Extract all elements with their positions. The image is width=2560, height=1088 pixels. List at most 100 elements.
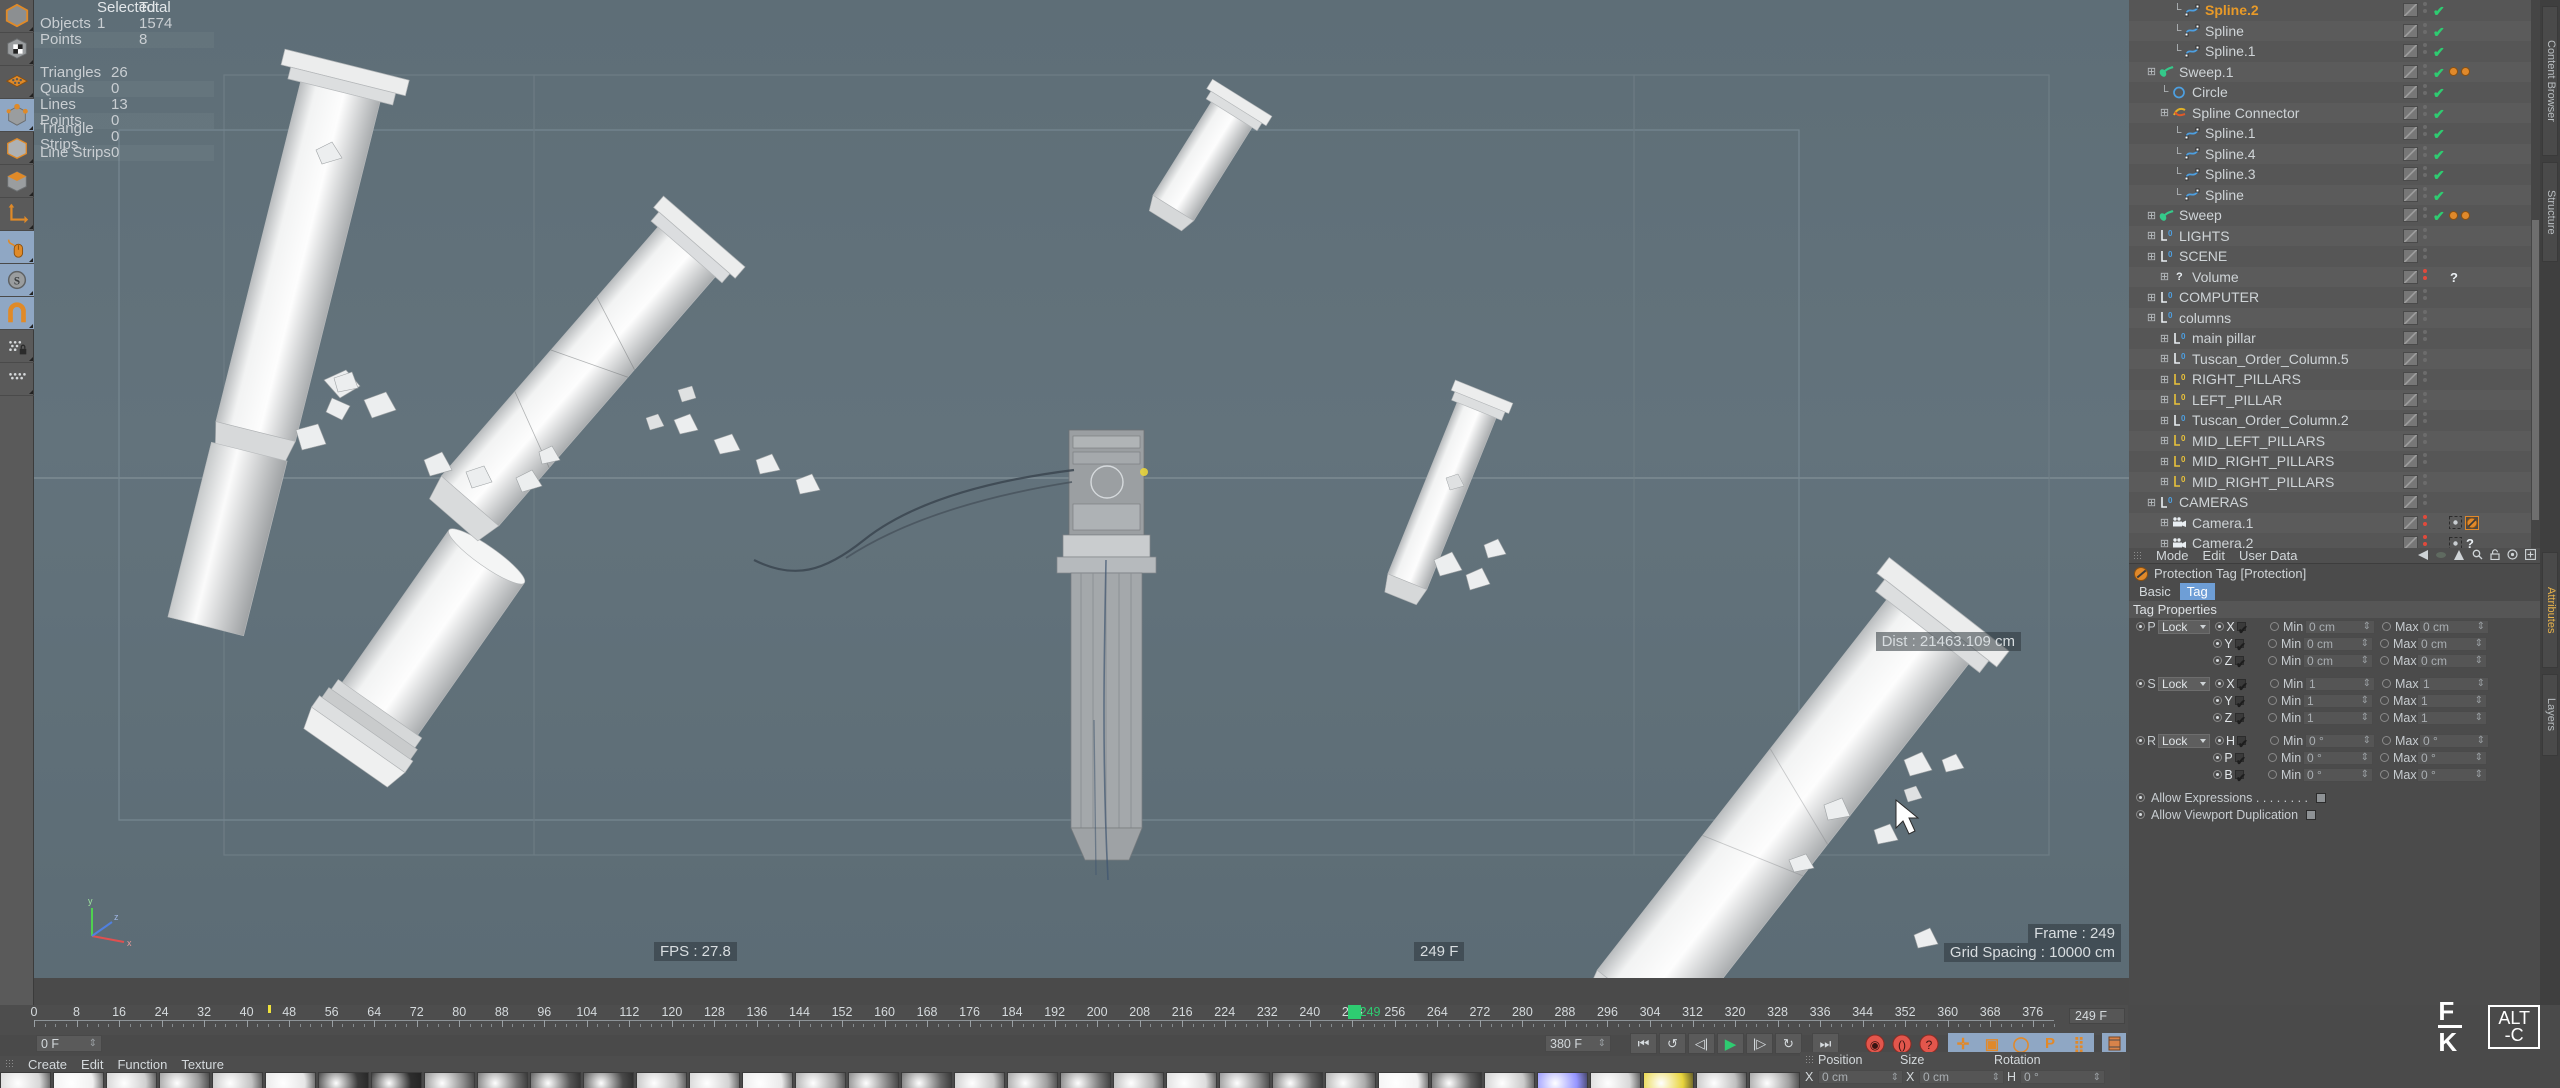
object-visibility-swatch[interactable] [2403, 146, 2418, 161]
object-visibility-dots[interactable] [2423, 22, 2428, 37]
axis-radio[interactable] [2213, 713, 2222, 722]
object-row[interactable]: ⊞ 0 Tuscan_Order_Column.5 [2129, 349, 2540, 370]
axis-checkbox[interactable]: ✔ [2237, 622, 2248, 636]
material-swatch[interactable] [795, 1072, 846, 1088]
search-icon[interactable] [2472, 549, 2483, 560]
tree-twisty[interactable]: └ [2172, 148, 2183, 160]
tree-twisty[interactable]: ⊞ [2159, 538, 2170, 548]
max-field[interactable]: 0 ° ⇕ [2419, 733, 2489, 748]
object-visibility-dots[interactable] [2423, 535, 2428, 548]
pla-key-button[interactable]: ⣿ [2065, 1034, 2093, 1053]
object-visibility-dots[interactable] [2423, 330, 2428, 344]
transport-frame-back-button[interactable]: ◁| [1688, 1033, 1715, 1054]
object-visibility-dots[interactable] [2423, 104, 2428, 119]
object-visibility-dots[interactable] [2423, 227, 2428, 242]
max-enable-radio[interactable] [2382, 622, 2391, 631]
tree-twisty[interactable]: ⊞ [2146, 497, 2157, 509]
object-enabled-check[interactable]: ✔ [2433, 44, 2445, 61]
param-key-button[interactable]: P [2036, 1034, 2064, 1053]
material-swatch[interactable] [1431, 1072, 1482, 1088]
tree-twisty[interactable]: ⊞ [2146, 210, 2157, 222]
group-radio-R[interactable] [2136, 736, 2145, 745]
object-manager-tree[interactable]: └ Spline.2 ✔ └ Spline ✔ └ Spline.1 ✔ ⊞ Sweep.1 ✔ └ Ci… [2129, 0, 2540, 548]
rotation-key-button[interactable]: ◯ [2007, 1034, 2035, 1053]
material-swatch[interactable] [1696, 1072, 1747, 1088]
tree-twisty[interactable]: ⊞ [2146, 230, 2157, 242]
object-visibility-dots[interactable] [2423, 473, 2428, 488]
toggle-radio[interactable] [2136, 810, 2145, 819]
object-row[interactable]: ⊞ 0 RIGHT_PILLARS [2129, 369, 2540, 390]
tree-twisty[interactable]: ⊞ [2159, 415, 2170, 427]
material-swatch[interactable] [318, 1072, 369, 1088]
min-enable-radio[interactable] [2268, 770, 2277, 779]
keyframe-selection-button[interactable]: ? [1916, 1033, 1941, 1054]
lock-dropdown-R[interactable]: Lock [2158, 733, 2210, 748]
min-field[interactable]: 1 ⇕ [2303, 693, 2373, 708]
tree-twisty[interactable]: └ [2172, 189, 2183, 201]
end-frame-field[interactable]: 380 F ⇕ [1545, 1035, 1611, 1052]
object-visibility-swatch[interactable] [2403, 413, 2418, 427]
material-swatch[interactable] [848, 1072, 899, 1088]
record-button[interactable]: ◉ [1862, 1033, 1887, 1054]
soft-selection-button[interactable]: S [0, 264, 34, 297]
attr-menu-edit[interactable]: Edit [2203, 548, 2225, 563]
object-visibility-dots[interactable] [2423, 125, 2428, 139]
material-swatch[interactable] [583, 1072, 634, 1088]
tree-twisty[interactable]: └ [2159, 86, 2170, 98]
tree-twisty[interactable]: ⊞ [2159, 333, 2170, 345]
texture-axis-button[interactable] [0, 33, 34, 66]
min-enable-radio[interactable] [2270, 679, 2279, 688]
tree-twisty[interactable]: ⊞ [2159, 394, 2170, 406]
tree-twisty[interactable]: └ [2172, 45, 2183, 57]
coord-size-x-field[interactable]: 0 cm ⇕ [1919, 1070, 2004, 1084]
material-swatch[interactable] [1749, 1072, 1800, 1088]
tree-twisty[interactable]: ⊞ [2159, 435, 2170, 447]
min-field[interactable]: 0 cm ⇕ [2305, 619, 2375, 634]
axis-checkbox[interactable]: ✔ [2235, 713, 2246, 727]
object-visibility-dots[interactable] [2423, 371, 2428, 385]
toggle-checkbox[interactable] [2316, 792, 2326, 803]
min-field[interactable]: 1 ⇕ [2303, 710, 2373, 725]
object-row[interactable]: ⊞ 0 columns [2129, 308, 2540, 329]
material-swatch[interactable] [742, 1072, 793, 1088]
object-row[interactable]: ⊞? Volume? [2129, 267, 2540, 288]
object-enabled-check[interactable]: ✔ [2433, 167, 2445, 184]
quantize-button[interactable] [0, 363, 34, 396]
axis-checkbox[interactable]: ✔ [2235, 656, 2246, 670]
object-visibility-swatch[interactable] [2403, 392, 2418, 407]
edge-mode-button[interactable] [0, 132, 34, 165]
target-icon[interactable] [2507, 549, 2518, 560]
coord-pos-x-field[interactable]: 0 cm ⇕ [1818, 1070, 1903, 1084]
material-swatch[interactable] [1219, 1072, 1270, 1088]
animation-mode-button[interactable] [2102, 1033, 2126, 1054]
max-enable-radio[interactable] [2380, 656, 2389, 665]
point-mode-button[interactable] [0, 99, 34, 132]
axis-checkbox[interactable]: ✔ [2235, 696, 2246, 710]
material-swatch[interactable] [1060, 1072, 1111, 1088]
material-swatch[interactable] [53, 1072, 104, 1088]
object-visibility-swatch[interactable] [2403, 454, 2418, 468]
material-swatch[interactable] [689, 1072, 740, 1088]
axis-checkbox[interactable]: ✔ [2235, 753, 2246, 767]
max-enable-radio[interactable] [2380, 770, 2389, 779]
up-arrow-icon[interactable] [2454, 549, 2465, 560]
object-visibility-dots[interactable] [2423, 268, 2428, 283]
transport-frame-forward-button[interactable]: |▷ [1746, 1033, 1773, 1054]
material-swatch[interactable] [1484, 1072, 1535, 1088]
object-enabled-check[interactable]: ✔ [2433, 147, 2445, 164]
object-visibility-swatch[interactable] [2403, 23, 2418, 38]
max-field[interactable]: 0 cm ⇕ [2417, 653, 2487, 668]
object-visibility-dots[interactable] [2423, 166, 2428, 180]
axis-radio[interactable] [2215, 736, 2224, 745]
object-visibility-dots[interactable] [2423, 207, 2428, 221]
coordinates-grip-icon[interactable] [1805, 1055, 1814, 1065]
material-swatch[interactable] [901, 1072, 952, 1088]
tree-twisty[interactable]: ⊞ [2159, 107, 2170, 119]
axis-checkbox[interactable]: ✔ [2235, 770, 2246, 784]
forward-arrow-icon[interactable] [2436, 550, 2447, 560]
tree-twisty[interactable]: └ [2172, 127, 2183, 139]
material-swatch-list[interactable] [0, 1072, 1800, 1088]
object-visibility-dots[interactable] [2423, 63, 2428, 78]
material-swatch[interactable] [106, 1072, 157, 1088]
object-visibility-swatch[interactable] [2403, 269, 2418, 284]
